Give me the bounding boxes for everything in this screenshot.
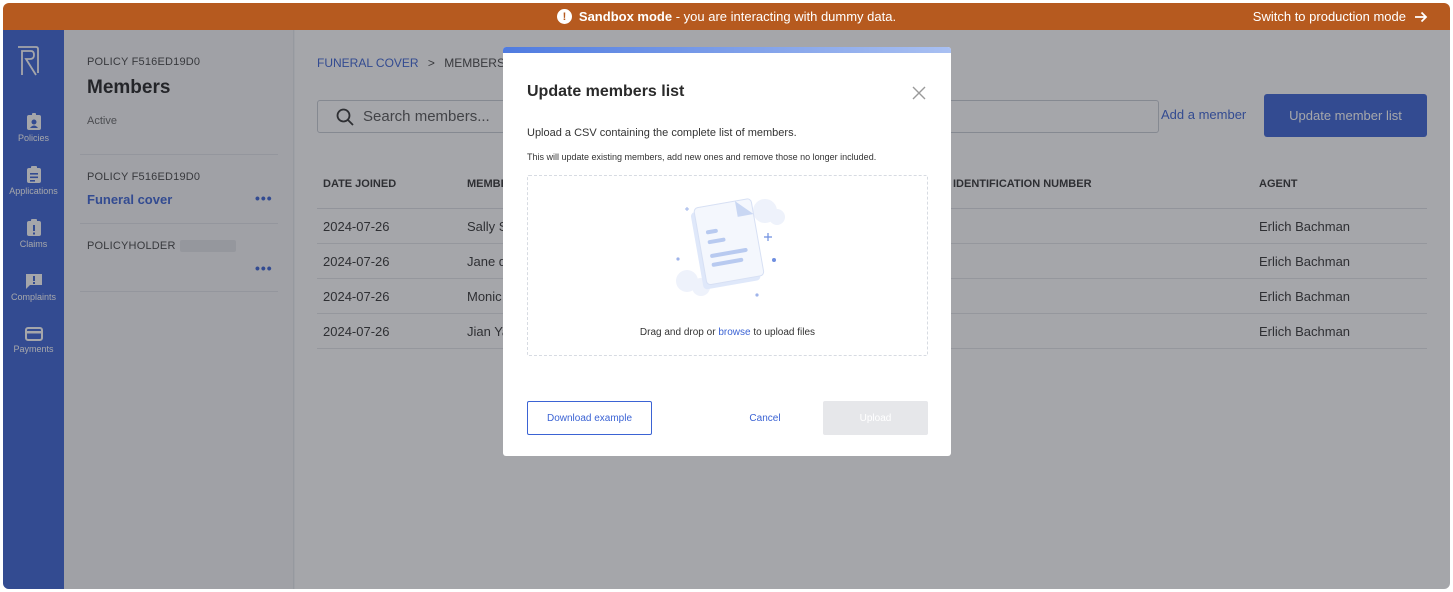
modal-note: This will update existing members, add n… (527, 152, 877, 162)
sandbox-banner: ! Sandbox mode - you are interacting wit… (3, 3, 1450, 30)
file-dropzone[interactable]: Drag and drop or browse to upload files (527, 175, 928, 356)
modal-title: Update members list (527, 83, 685, 100)
modal-instructions: Upload a CSV containing the complete lis… (527, 127, 797, 139)
app-window: ! Sandbox mode - you are interacting wit… (3, 3, 1450, 589)
upload-button[interactable]: Upload (823, 401, 928, 435)
download-example-button[interactable]: Download example (527, 401, 652, 435)
dropzone-text: Drag and drop or browse to upload files (639, 327, 816, 338)
close-icon[interactable] (909, 83, 929, 103)
switch-production-label: Switch to production mode (1252, 9, 1406, 24)
cancel-button[interactable]: Cancel (733, 401, 797, 435)
upload-document-illustration-icon (676, 198, 785, 297)
sandbox-banner-message: ! Sandbox mode - you are interacting wit… (556, 9, 897, 24)
update-members-modal: Update members list Upload a CSV contain… (503, 47, 951, 456)
sandbox-banner-title: Sandbox mode (578, 9, 673, 24)
arrow-right-icon (1415, 11, 1428, 22)
warning-icon: ! (556, 9, 572, 24)
browse-link[interactable]: browse (718, 327, 750, 338)
modal-accent-bar (503, 47, 951, 53)
switch-production-link[interactable]: Switch to production mode (1253, 3, 1428, 30)
sandbox-banner-text: - you are interacting with dummy data. (672, 9, 897, 24)
